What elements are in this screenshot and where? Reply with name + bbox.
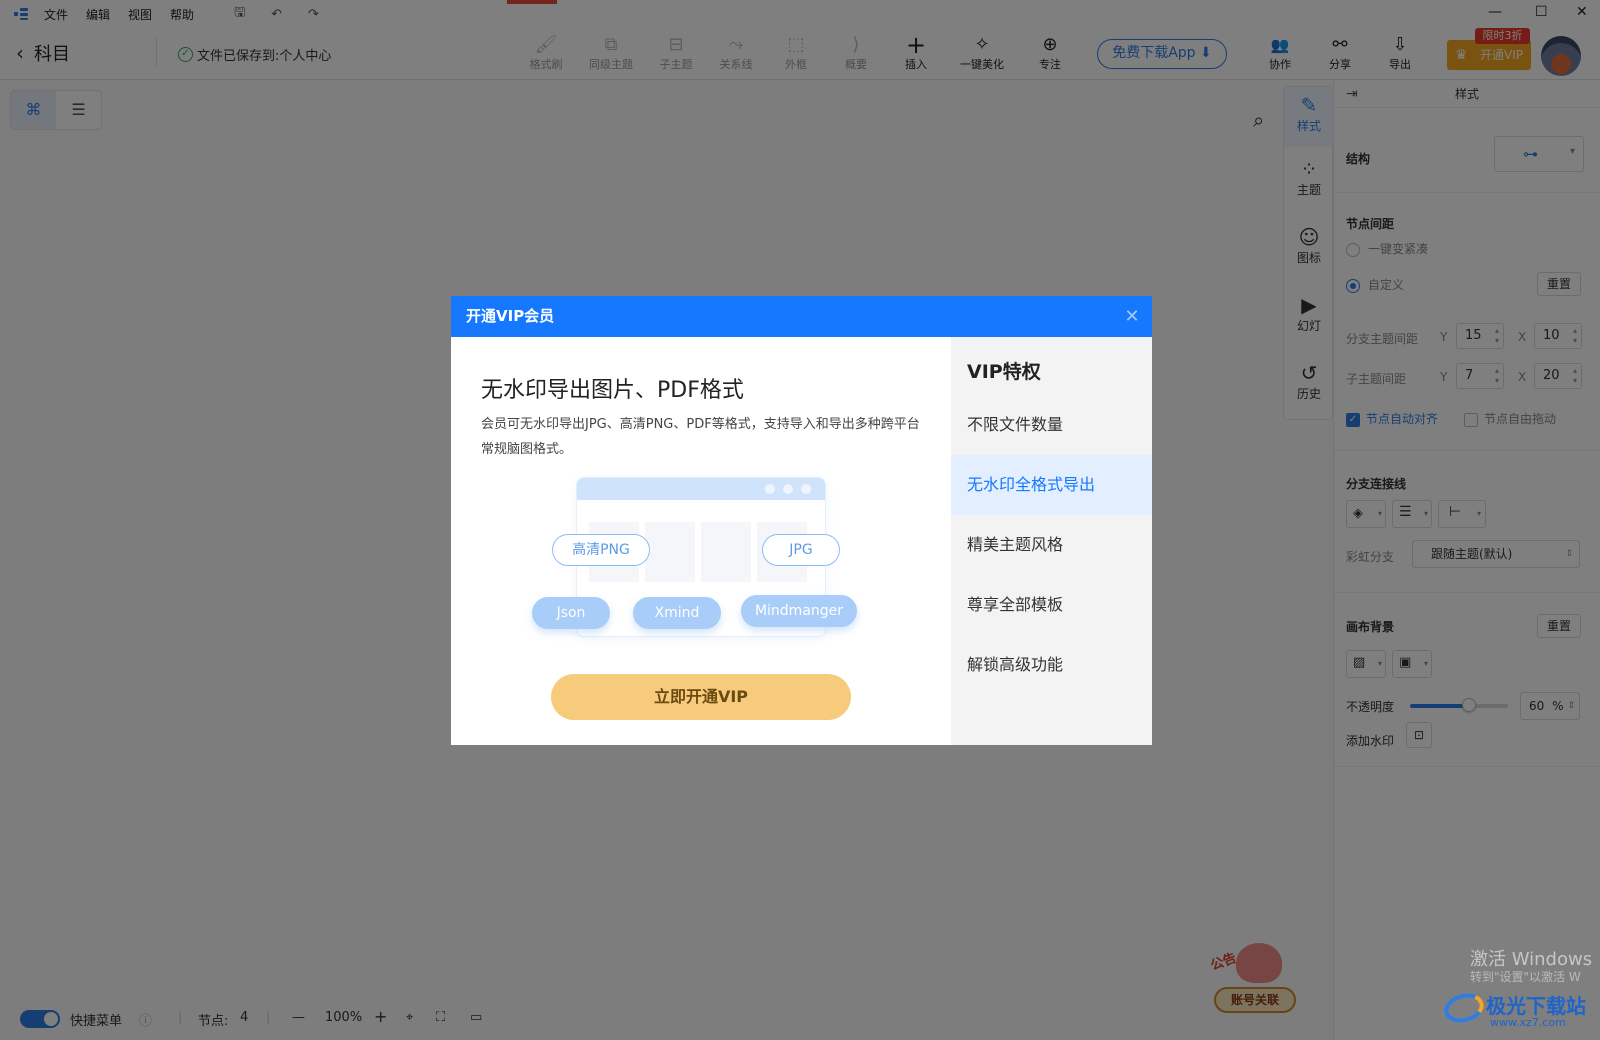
format-tag-json: Json — [532, 597, 610, 629]
dialog-header: 开通VIP会员 ✕ — [451, 296, 1152, 337]
site-logo: 极光下载站 www.xz7.com — [1440, 988, 1600, 1036]
dialog-title: 开通VIP会员 — [466, 307, 555, 325]
privileges-title: VIP特权 — [967, 361, 1041, 383]
feature-description: 会员可无水印导出JPG、高清PNG、PDF等格式，支持导入和导出多种跨平台常规脑… — [481, 417, 920, 457]
open-vip-cta-button[interactable]: 立即开通VIP — [551, 674, 851, 720]
site-logo-icon — [1441, 989, 1487, 1027]
format-tag-png: 高清PNG — [552, 534, 650, 566]
privilege-item[interactable]: 精美主题风格 — [951, 515, 1152, 575]
activation-watermark-sub: 转到"设置"以激活 W — [1470, 970, 1581, 984]
feature-detail: 无水印导出图片、PDF格式 会员可无水印导出JPG、高清PNG、PDF等格式，支… — [451, 337, 951, 745]
privilege-item[interactable]: 不限文件数量 — [951, 395, 1152, 455]
export-illustration: 高清PNG JPG Json Xmind Mindmanger — [531, 477, 871, 657]
close-icon[interactable]: ✕ — [1120, 296, 1144, 337]
feature-title: 无水印导出图片、PDF格式 — [481, 378, 744, 403]
privilege-item[interactable]: 尊享全部模板 — [951, 575, 1152, 635]
privileges-list: VIP特权 不限文件数量 无水印全格式导出 精美主题风格 尊享全部模板 解锁高级… — [951, 337, 1152, 745]
window-titlebar — [577, 478, 825, 500]
format-tag-mindmanager: Mindmanger — [741, 595, 857, 627]
placeholder-block — [701, 522, 751, 582]
site-logo-name: 极光下载站 — [1486, 994, 1586, 1018]
placeholder-block — [645, 522, 695, 582]
privilege-item[interactable]: 解锁高级功能 — [951, 635, 1152, 695]
vip-dialog: 开通VIP会员 ✕ 无水印导出图片、PDF格式 会员可无水印导出JPG、高清PN… — [451, 296, 1152, 745]
format-tag-jpg: JPG — [762, 534, 840, 566]
privilege-item[interactable]: 无水印全格式导出 — [951, 455, 1152, 515]
site-logo-url: www.xz7.com — [1490, 1016, 1566, 1029]
format-tag-xmind: Xmind — [633, 597, 721, 629]
